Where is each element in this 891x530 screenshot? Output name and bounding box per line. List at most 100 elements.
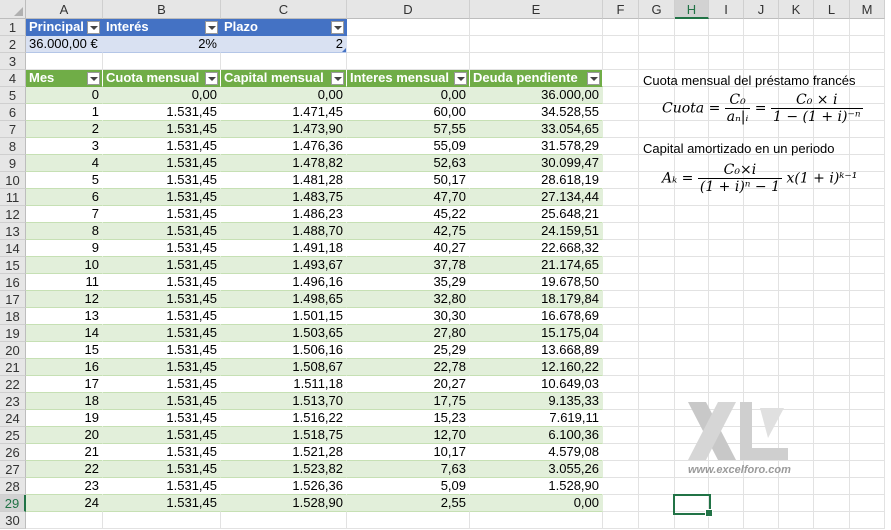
amort-cell[interactable]: 23: [26, 478, 103, 495]
amort-cell[interactable]: 0,00: [103, 87, 221, 104]
grid-cell[interactable]: [709, 512, 744, 529]
grid-cell[interactable]: [779, 291, 814, 308]
row-header-17[interactable]: 17: [0, 291, 26, 308]
amort-cell[interactable]: 7.619,11: [470, 410, 603, 427]
amort-cell[interactable]: 15,23: [347, 410, 470, 427]
grid-cell[interactable]: [744, 19, 779, 36]
amort-cell[interactable]: 42,75: [347, 223, 470, 240]
grid-cell[interactable]: [850, 257, 885, 274]
grid-cell[interactable]: [103, 512, 221, 529]
column-header-m[interactable]: M: [850, 0, 885, 19]
grid-cell[interactable]: [814, 495, 850, 512]
amort-cell[interactable]: 1.493,67: [221, 257, 347, 274]
amort-cell[interactable]: 1.503,65: [221, 325, 347, 342]
grid-cell[interactable]: [639, 291, 675, 308]
grid-cell[interactable]: [709, 206, 744, 223]
grid-cell[interactable]: [850, 376, 885, 393]
grid-cell[interactable]: [744, 240, 779, 257]
grid-cell[interactable]: [814, 223, 850, 240]
amort-header-0[interactable]: Mes: [26, 70, 103, 87]
column-header-d[interactable]: D: [347, 0, 470, 19]
column-header-f[interactable]: F: [603, 0, 639, 19]
filter-dropdown-icon[interactable]: [205, 72, 218, 85]
amort-cell[interactable]: 0,00: [221, 87, 347, 104]
active-cell-H29[interactable]: [673, 494, 713, 517]
amort-cell[interactable]: 1.531,45: [103, 172, 221, 189]
grid-cell[interactable]: [779, 257, 814, 274]
grid-cell[interactable]: [221, 53, 347, 70]
grid-cell[interactable]: [814, 257, 850, 274]
amort-cell[interactable]: 1.531,45: [103, 189, 221, 206]
amort-cell[interactable]: 12: [26, 291, 103, 308]
amort-cell[interactable]: 57,55: [347, 121, 470, 138]
grid-cell[interactable]: [779, 495, 814, 512]
amort-cell[interactable]: 30.099,47: [470, 155, 603, 172]
grid-cell[interactable]: [603, 53, 639, 70]
row-header-12[interactable]: 12: [0, 206, 26, 223]
column-header-c[interactable]: C: [221, 0, 347, 19]
amort-cell[interactable]: 1.473,90: [221, 121, 347, 138]
grid-cell[interactable]: [639, 427, 675, 444]
filter-dropdown-icon[interactable]: [331, 21, 344, 34]
select-all-corner[interactable]: [0, 0, 26, 19]
amort-cell[interactable]: 1.531,45: [103, 308, 221, 325]
amort-cell[interactable]: 16.678,69: [470, 308, 603, 325]
amort-cell[interactable]: 3: [26, 138, 103, 155]
amort-cell[interactable]: 1.531,45: [103, 325, 221, 342]
grid-cell[interactable]: [709, 223, 744, 240]
amort-cell[interactable]: 1: [26, 104, 103, 121]
amort-cell[interactable]: 1.471,45: [221, 104, 347, 121]
grid-cell[interactable]: [709, 325, 744, 342]
grid-cell[interactable]: [639, 478, 675, 495]
grid-cell[interactable]: [639, 393, 675, 410]
row-header-26[interactable]: 26: [0, 444, 26, 461]
filter-dropdown-icon[interactable]: [331, 72, 344, 85]
grid-cell[interactable]: [603, 512, 639, 529]
grid-cell[interactable]: [639, 240, 675, 257]
amort-cell[interactable]: 1.531,45: [103, 444, 221, 461]
amort-cell[interactable]: 1.488,70: [221, 223, 347, 240]
amort-cell[interactable]: 1.501,15: [221, 308, 347, 325]
amort-cell[interactable]: 20: [26, 427, 103, 444]
grid-cell[interactable]: [675, 36, 709, 53]
grid-cell[interactable]: [850, 512, 885, 529]
grid-cell[interactable]: [675, 53, 709, 70]
grid-cell[interactable]: [709, 342, 744, 359]
amort-cell[interactable]: 18: [26, 393, 103, 410]
grid-cell[interactable]: [779, 19, 814, 36]
grid-cell[interactable]: [709, 291, 744, 308]
column-header-k[interactable]: K: [779, 0, 814, 19]
filter-dropdown-icon[interactable]: [587, 72, 600, 85]
grid-cell[interactable]: [709, 53, 744, 70]
column-header-g[interactable]: G: [639, 0, 675, 19]
filter-dropdown-icon[interactable]: [454, 72, 467, 85]
grid-cell[interactable]: [709, 274, 744, 291]
grid-cell[interactable]: [347, 53, 470, 70]
column-header-b[interactable]: B: [103, 0, 221, 19]
grid-cell[interactable]: [779, 325, 814, 342]
grid-cell[interactable]: [603, 376, 639, 393]
grid-cell[interactable]: [814, 376, 850, 393]
amort-cell[interactable]: 3.055,26: [470, 461, 603, 478]
amort-cell[interactable]: 10.649,03: [470, 376, 603, 393]
amort-cell[interactable]: 22.668,32: [470, 240, 603, 257]
grid-cell[interactable]: [603, 359, 639, 376]
grid-cell[interactable]: [779, 308, 814, 325]
amort-cell[interactable]: 1.528,90: [470, 478, 603, 495]
amort-cell[interactable]: 9: [26, 240, 103, 257]
grid-cell[interactable]: [850, 223, 885, 240]
grid-cell[interactable]: [850, 461, 885, 478]
amort-cell[interactable]: 0,00: [347, 87, 470, 104]
grid-cell[interactable]: [814, 359, 850, 376]
amort-cell[interactable]: 12,70: [347, 427, 470, 444]
grid-cell[interactable]: [347, 36, 470, 53]
grid-cell[interactable]: [779, 359, 814, 376]
grid-cell[interactable]: [470, 512, 603, 529]
grid-cell[interactable]: [850, 53, 885, 70]
grid-cell[interactable]: [639, 308, 675, 325]
grid-cell[interactable]: [744, 257, 779, 274]
grid-cell[interactable]: [709, 376, 744, 393]
amort-cell[interactable]: 1.476,36: [221, 138, 347, 155]
grid-cell[interactable]: [603, 87, 639, 104]
grid-cell[interactable]: [675, 257, 709, 274]
